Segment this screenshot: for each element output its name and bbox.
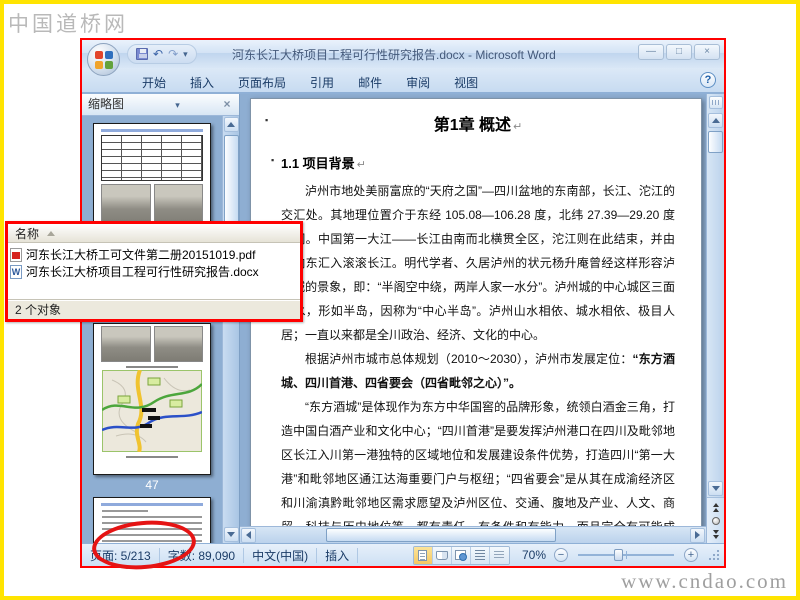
minimize-button[interactable]: —: [638, 44, 664, 60]
thumbnail-page-number: 47: [145, 478, 159, 492]
outline-bullet: ▪: [271, 155, 275, 165]
resize-grip[interactable]: [708, 549, 720, 561]
browse-object-icon[interactable]: [711, 517, 720, 525]
maximize-button[interactable]: □: [666, 44, 692, 60]
ribbon-tab-7[interactable]: 视图: [442, 70, 490, 92]
pdf-file-icon: [10, 247, 22, 262]
scroll-down-icon[interactable]: [708, 481, 723, 496]
ribbon-tab-1[interactable]: 开始: [130, 70, 178, 92]
previous-page-icon[interactable]: [712, 503, 719, 512]
scroll-down-icon[interactable]: [223, 527, 239, 542]
zoom-level[interactable]: 70%: [522, 548, 546, 562]
thumbnail-photo: [153, 326, 203, 362]
document-area: ▪ 第1章 概述 ↵ ▪ 1.1 项目背景 ↵ 泸州市地处美丽富庶的“天府之国”—四…: [240, 94, 706, 543]
window-title: 河东长江大桥项目工程可行性研究报告.docx - Microsoft Word: [232, 48, 556, 62]
screenshot-canvas: 中国道桥网 www.cndao.com ↶ ↷ ▾ 河东长江大桥项目工程可行性研…: [0, 0, 800, 600]
horizontal-scroll-thumb[interactable]: [326, 528, 556, 542]
paragraph-mark: ↵: [513, 121, 523, 133]
thumbnail-photo: [153, 184, 203, 226]
qat-dropdown-icon[interactable]: ▾: [183, 49, 188, 60]
ribbon-tab-6[interactable]: 审阅: [394, 70, 442, 92]
paragraph-mark: ↵: [356, 159, 366, 171]
thumbnail-scroll-thumb[interactable]: [223, 135, 239, 225]
scroll-up-icon[interactable]: [708, 113, 723, 128]
view-buttons: [412, 545, 510, 565]
title-bar: ↶ ↷ ▾ 河东长江大桥项目工程可行性研究报告.docx - Microsoft…: [82, 40, 724, 76]
draft-view-icon[interactable]: [489, 546, 509, 564]
document-paragraph: “东方酒城”是体现作为东方中华国窖的品牌形象，统领白酒金三角，打造中国白酒产业和…: [281, 400, 675, 526]
pane-dropdown-icon[interactable]: ▾: [170, 98, 185, 112]
ribbon-tab-4[interactable]: 引用: [298, 70, 346, 92]
redo-icon[interactable]: ↷: [168, 48, 178, 60]
ruler-toggle-icon[interactable]: [708, 96, 723, 109]
document-viewport: ▪ 第1章 概述 ↵ ▪ 1.1 项目背景 ↵ 泸州市地处美丽富庶的“天府之国”—四…: [240, 94, 706, 526]
file-list-item[interactable]: 河东长江大桥项目工程可行性研究报告.docx: [10, 263, 298, 280]
office-logo-icon: [94, 50, 113, 69]
pane-close-icon[interactable]: ×: [219, 97, 235, 112]
thumbnail-map: [102, 370, 202, 452]
language-indicator[interactable]: 中文(中国): [252, 547, 308, 564]
section-heading: ▪ 1.1 项目背景 ↵: [271, 155, 366, 171]
file-list: 河东长江大桥工可文件第二册20151019.pdf 河东长江大桥项目工程可行性研究…: [8, 243, 300, 300]
office-button[interactable]: [87, 43, 120, 76]
thumbnail-pane-header: 缩略图 ▾ ×: [82, 94, 239, 116]
ribbon-tabs: 开始 插入 页面布局 引用 邮件 审阅 视图: [130, 70, 490, 92]
file-list-popup: 名称 河东长江大桥工可文件第二册20151019.pdf 河东长江大桥项目工程可行…: [5, 221, 303, 322]
thumbnail-photo: [101, 326, 151, 362]
document-paragraph: 根据泸州市城市总体规划（2010～2030），泸州市发展定位：“东方酒城、四川首…: [281, 352, 675, 390]
scroll-right-icon[interactable]: [690, 527, 705, 543]
thumbnail-scrollbar[interactable]: [222, 116, 239, 543]
file-list-status: 2 个对象: [8, 300, 300, 319]
fullscreen-reading-view-icon[interactable]: [432, 546, 452, 564]
file-name: 河东长江大桥项目工程可行性研究报告.docx: [26, 265, 259, 279]
ribbon-tab-5[interactable]: 邮件: [346, 70, 394, 92]
vertical-scroll-thumb[interactable]: [707, 131, 723, 153]
vertical-scrollbar[interactable]: [706, 94, 724, 543]
outline-bullet: ▪: [265, 115, 269, 125]
insert-mode[interactable]: 插入: [325, 547, 349, 564]
print-layout-view-icon[interactable]: [413, 546, 433, 564]
ribbon-tab-row: 开始 插入 页面布局 引用 邮件 审阅 视图 ?: [82, 68, 724, 94]
file-name: 河东长江大桥工可文件第二册20151019.pdf: [26, 248, 256, 262]
watermark-bottom-right: www.cndao.com: [621, 569, 788, 593]
name-column-header[interactable]: 名称: [15, 225, 39, 242]
watermark-top-left: 中国道桥网: [8, 12, 128, 36]
ribbon-tab-3[interactable]: 页面布局: [226, 70, 298, 92]
zoom-in-icon[interactable]: +: [684, 548, 698, 562]
outline-view-icon[interactable]: [470, 546, 490, 564]
undo-icon[interactable]: ↶: [153, 48, 163, 60]
web-layout-view-icon[interactable]: [451, 546, 471, 564]
thumbnail-table: [101, 135, 203, 181]
zoom-slider[interactable]: [578, 549, 674, 561]
help-button[interactable]: ?: [700, 72, 716, 88]
document-body: 泸州市地处美丽富庶的“天府之国”—四川盆地的东南部，长江、沱江的交汇处。其地理位…: [281, 179, 675, 526]
sort-ascending-icon: [47, 230, 56, 236]
quick-access-toolbar: ↶ ↷ ▾: [127, 44, 197, 64]
thumbnail-photo: [101, 184, 151, 226]
zoom-slider-thumb[interactable]: [614, 549, 623, 561]
ribbon-tab-2[interactable]: 插入: [178, 70, 226, 92]
close-button[interactable]: ×: [694, 44, 720, 60]
page-thumbnail-47[interactable]: [93, 323, 211, 475]
document-page[interactable]: ▪ 第1章 概述 ↵ ▪ 1.1 项目背景 ↵ 泸州市地处美丽富庶的“天府之国”—四…: [250, 98, 702, 526]
thumbnail-list: 47: [82, 116, 222, 543]
save-icon[interactable]: [136, 48, 148, 60]
scroll-up-icon[interactable]: [223, 117, 239, 132]
thumbnail-pane-title: 缩略图: [88, 97, 125, 111]
scroll-left-icon[interactable]: [241, 527, 256, 543]
word-file-icon: [10, 264, 22, 279]
document-paragraph: 泸州市地处美丽富庶的“天府之国”—四川盆地的东南部，长江、沱江的交汇处。其地理位…: [281, 184, 675, 342]
chapter-heading: ▪ 第1章 概述 ↵: [265, 115, 523, 134]
zoom-out-icon[interactable]: −: [554, 548, 568, 562]
next-page-icon[interactable]: [712, 530, 719, 539]
file-list-item[interactable]: 河东长江大桥工可文件第二册20151019.pdf: [10, 246, 298, 263]
horizontal-scrollbar[interactable]: [240, 526, 706, 543]
file-list-header[interactable]: 名称: [8, 224, 300, 243]
